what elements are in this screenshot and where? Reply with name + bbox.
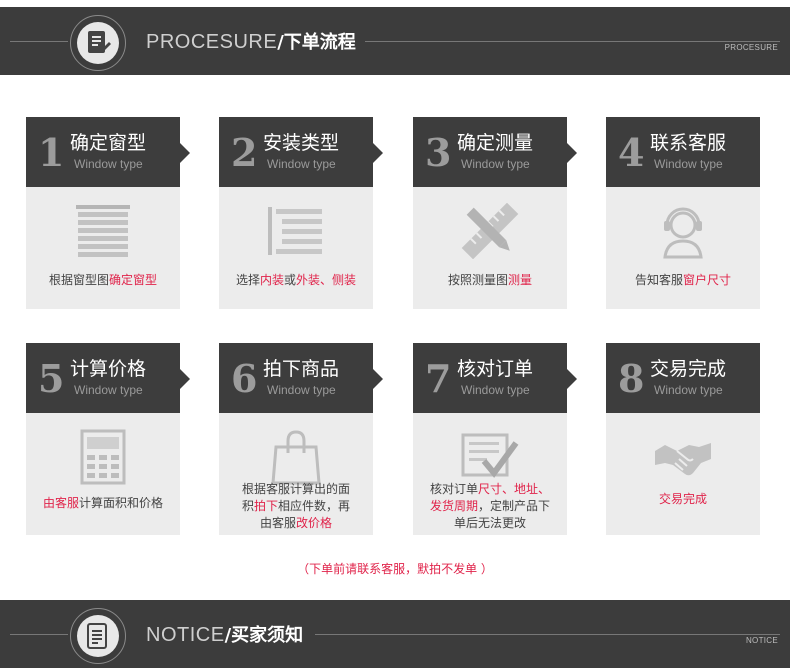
description-text: ，定制产品下 <box>478 499 551 513</box>
banner-line-right <box>365 41 780 42</box>
step-header: 4 联系客服 Window type <box>606 117 760 187</box>
step-header: 6 拍下商品 Window type <box>219 343 383 413</box>
step-subtitle: Window type <box>654 157 723 171</box>
description-highlight: 确定窗型 <box>109 273 158 287</box>
step-title: 拍下商品 <box>263 358 340 380</box>
ruler-pencil-icon <box>461 203 519 259</box>
description-highlight: 发货周期 <box>429 499 478 513</box>
description-highlight: 改价格 <box>296 516 333 530</box>
notice-title-cn: /买家须知 <box>224 625 304 646</box>
step-number: 8 <box>618 356 645 401</box>
description-highlight: 由客服 <box>42 496 79 510</box>
step-card-1: 1 确定窗型 Window type 根据窗型图确定窗型 <box>26 117 190 309</box>
step-subtitle: Window type <box>654 383 723 397</box>
step-subtitle: Window type <box>267 157 336 171</box>
order-notice: （下单前请联系客服，默拍不发单 ） <box>297 562 493 576</box>
description-highlight: 交易完成 <box>658 492 707 506</box>
step-description: 核对订单尺寸、地址、 发货周期，定制产品下单后无法更改 <box>415 481 565 532</box>
checklist-icon <box>461 433 519 478</box>
notice-document-icon <box>87 623 107 649</box>
step-title: 计算价格 <box>70 358 147 380</box>
description-text: 计算面积和价格 <box>79 496 164 510</box>
step-card-3: 3 确定测量 Window type 按照测量图测量 <box>413 117 577 309</box>
step-card-2: 2 安装类型 Window type 选择内装或外装、侧装 <box>219 117 383 309</box>
step-description: 按照测量图测量 <box>415 272 565 289</box>
footer-small-label: NOTICE <box>745 636 778 645</box>
description-highlight: 窗户尺寸 <box>683 273 732 287</box>
step-description: 根据客服计算出的面 积拍下相应件数，再由客服改价格 <box>221 481 371 532</box>
notice-title: NOTICE/买家须知 <box>146 620 303 650</box>
description-text: 相应件数，再 <box>278 499 351 513</box>
page-title-cn: /下单流程 <box>277 32 356 53</box>
step-subtitle: Window type <box>74 157 143 171</box>
document-icon <box>88 31 111 53</box>
header-small-label: PROCESURE <box>724 43 778 52</box>
description-highlight: 外装、侧装 <box>296 273 357 287</box>
step-header: 8 交易完成 Window type <box>606 343 760 413</box>
shopping-bag-icon <box>271 430 321 485</box>
description-highlight: 拍下 <box>253 499 278 513</box>
step-title: 确定窗型 <box>70 132 147 154</box>
step-description: 根据窗型图确定窗型 <box>28 272 178 289</box>
footer-banner: NOTICE/买家须知 NOTICE <box>0 600 790 668</box>
step-title: 联系客服 <box>650 132 727 154</box>
step-description: 由客服计算面积和价格 <box>28 495 178 512</box>
step-title: 核对订单 <box>457 358 534 380</box>
calculator-icon <box>80 429 126 485</box>
description-text: 核对订单 <box>429 482 478 496</box>
description-text: 按照测量图 <box>447 273 508 287</box>
header-badge <box>70 15 126 71</box>
step-subtitle: Window type <box>461 383 530 397</box>
description-text: 根据客服计算出的面 <box>241 482 350 496</box>
headset-icon <box>663 207 703 259</box>
notice-title-en: NOTICE <box>146 624 225 646</box>
description-highlight: 尺寸、地址、 <box>478 482 551 496</box>
step-header: 1 确定窗型 Window type <box>26 117 190 187</box>
step-description: 告知客服窗户尺寸 <box>608 272 758 289</box>
step-number: 7 <box>425 356 452 401</box>
step-number: 4 <box>618 130 645 175</box>
page-title: PROCESURE/下单流程 <box>146 27 356 57</box>
step-title: 交易完成 <box>650 358 727 380</box>
description-highlight: 内装 <box>259 273 284 287</box>
page-title-en: PROCESURE <box>146 31 278 53</box>
list-icon <box>268 207 322 255</box>
description-text: 选择 <box>235 273 260 287</box>
step-number: 2 <box>231 130 258 175</box>
step-card-5: 5 计算价格 Window type 由客服计算面积和价格 <box>26 343 190 535</box>
description-text: 积 <box>241 499 254 513</box>
step-card-6: 6 拍下商品 Window type 根据客服计算出的面 积拍下相应件数，再由客服… <box>219 343 383 535</box>
step-subtitle: Window type <box>267 383 336 397</box>
step-number: 1 <box>38 130 65 175</box>
step-number: 3 <box>425 130 452 175</box>
step-number: 6 <box>231 356 258 401</box>
step-card-8: 8 交易完成 Window type 交易完成 <box>606 343 760 535</box>
step-subtitle: Window type <box>461 157 530 171</box>
step-number: 5 <box>38 356 65 401</box>
banner-line-left <box>10 634 68 635</box>
step-header: 7 核对订单 Window type <box>413 343 577 413</box>
description-highlight: 测量 <box>508 273 533 287</box>
step-header: 5 计算价格 Window type <box>26 343 190 413</box>
step-description: 交易完成 <box>608 491 758 508</box>
blinds-icon <box>76 205 130 257</box>
description-text: 由客服 <box>259 516 296 530</box>
banner-line-right <box>315 634 780 635</box>
step-title: 安装类型 <box>263 132 340 154</box>
description-text: 根据窗型图 <box>48 273 109 287</box>
description-text: 或 <box>284 273 297 287</box>
step-header: 3 确定测量 Window type <box>413 117 577 187</box>
step-card-7: 7 核对订单 Window type 核对订单尺寸、地址、 发货周期，定制产品下单… <box>413 343 577 535</box>
description-text: 单后无法更改 <box>453 516 526 530</box>
step-header: 2 安装类型 Window type <box>219 117 383 187</box>
handshake-icon <box>655 443 711 476</box>
description-text: 告知客服 <box>634 273 683 287</box>
step-subtitle: Window type <box>74 383 143 397</box>
step-card-4: 4 联系客服 Window type 告知客服窗户尺寸 <box>606 117 760 309</box>
step-description: 选择内装或外装、侧装 <box>221 272 371 289</box>
step-title: 确定测量 <box>457 132 534 154</box>
banner-line-left <box>10 41 68 42</box>
header-banner: PROCESURE/下单流程 PROCESURE <box>0 7 790 75</box>
footer-badge <box>70 608 126 664</box>
